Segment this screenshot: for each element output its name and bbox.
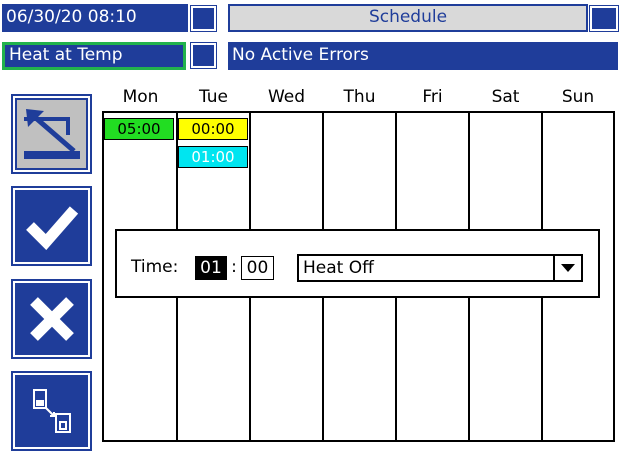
datetime-display: 06/30/20 08:10 [2,4,188,32]
dropdown-toggle-button[interactable] [553,256,581,280]
schedule-entry-mon-0500[interactable]: 05:00 [104,118,174,140]
heat-status: Heat at Temp [2,42,186,70]
exit-arrow-icon [23,109,80,159]
triangle-down-icon [561,264,575,272]
minute-field[interactable]: 00 [241,256,274,280]
day-header-mon: Mon [122,87,159,107]
cancel-button[interactable] [11,279,92,359]
copy-button[interactable] [11,371,92,451]
time-label: Time: [131,257,179,277]
day-header-sun: Sun [561,87,595,107]
status-indicator-square [190,5,217,32]
accept-button[interactable] [11,186,92,266]
day-header-sat: Sat [491,87,520,107]
day-header-tue: Tue [198,87,229,107]
schedule-entry-tue-0100[interactable]: 01:00 [178,146,248,168]
heat-mode-dropdown[interactable]: Heat Off [297,254,583,282]
status-indicator-square [190,42,217,69]
heat-mode-value: Heat Off [303,258,374,278]
copy-icon [32,389,71,433]
screen-title: Schedule [228,4,588,32]
day-header-wed: Wed [267,87,306,107]
exit-screen-button[interactable] [11,94,92,174]
time-separator: : [231,257,237,277]
error-status: No Active Errors [228,42,618,70]
checkmark-icon [25,206,78,250]
day-header-fri: Fri [422,87,443,107]
hour-field[interactable]: 01 [195,256,227,280]
menu-indicator-square[interactable] [589,5,619,32]
x-icon [29,297,74,341]
day-header-thu: Thu [343,87,376,107]
schedule-entry-tue-0000[interactable]: 00:00 [178,118,248,140]
